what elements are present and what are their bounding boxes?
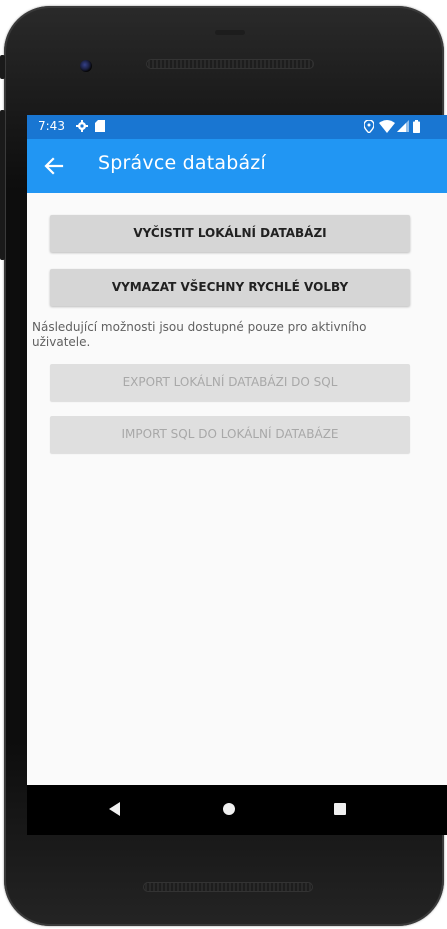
signal-icon [397, 120, 409, 135]
earpiece-speaker [146, 59, 314, 69]
battery-icon [413, 120, 420, 136]
user-options-note: Následující možnosti jsou dostupné pouze… [32, 320, 367, 349]
export-database-sql-button[interactable]: EXPORT LOKÁLNÍ DATABÁZI DO SQL [50, 364, 410, 401]
nav-back-icon[interactable] [109, 802, 120, 816]
content-area: VYČISTIT LOKÁLNÍ DATABÁZI VYMAZAT VŠECHN… [27, 193, 447, 835]
phone-sensor [215, 30, 245, 35]
clear-local-database-button[interactable]: VYČISTIT LOKÁLNÍ DATABÁZI [50, 215, 410, 252]
navigation-bar [27, 785, 447, 835]
page-title: Správce databází [98, 152, 266, 174]
gear-icon [76, 120, 88, 135]
bottom-speaker [143, 882, 313, 892]
delete-all-speed-dials-button[interactable]: VYMAZAT VŠECHNY RYCHLÉ VOLBY [50, 269, 410, 306]
arrow-back-icon[interactable] [43, 155, 65, 177]
location-icon [363, 119, 375, 136]
nav-recent-icon[interactable] [334, 803, 346, 815]
wifi-icon [379, 120, 395, 136]
phone-side-button [0, 110, 5, 260]
front-camera [80, 60, 92, 72]
import-sql-database-button[interactable]: IMPORT SQL DO LOKÁLNÍ DATABÁZE [50, 416, 410, 453]
nav-home-icon[interactable] [223, 803, 235, 815]
status-time: 7:43 [38, 119, 65, 133]
sd-card-icon [95, 120, 105, 135]
app-screen: 7:43 Správce databází VYČISTIT LOKÁLNÍ D… [27, 115, 447, 835]
app-bar: Správce databází [27, 139, 447, 193]
status-bar: 7:43 [27, 115, 447, 139]
phone-side-button [0, 55, 5, 79]
